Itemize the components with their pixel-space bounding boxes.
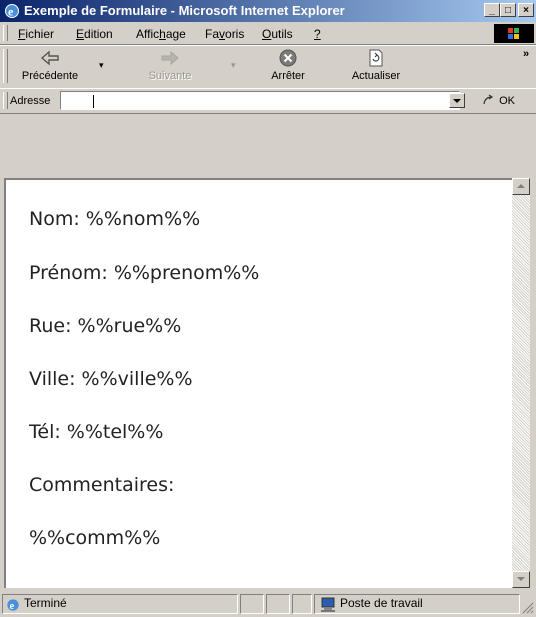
address-input[interactable]	[60, 91, 460, 110]
svg-text:e: e	[10, 601, 15, 612]
back-arrow-icon	[40, 50, 59, 66]
field-prenom: Prénom: %%prenom%%	[29, 262, 260, 284]
toolbar: Précédente ▾ Suivante ▾ Arrêter Actualis…	[0, 45, 536, 89]
menu-help[interactable]: ?	[314, 27, 321, 41]
page-content: Nom: %%nom%% Prénom: %%prenom%% Rue: %%r…	[4, 178, 512, 588]
field-commentaires-label: Commentaires:	[29, 474, 175, 496]
back-label: Précédente	[21, 70, 79, 82]
field-rue: Rue: %%rue%%	[29, 315, 182, 337]
back-button[interactable]: Précédente	[10, 48, 90, 82]
toolbar-grip[interactable]	[3, 49, 8, 83]
menu-affichage[interactable]: Affichage	[136, 27, 186, 41]
menu-outils[interactable]: Outils	[262, 27, 293, 41]
refresh-icon	[369, 49, 383, 67]
computer-icon	[321, 597, 335, 612]
menubar-grip[interactable]	[3, 25, 8, 41]
chevron-down-icon	[517, 577, 525, 581]
internet-explorer-icon: e	[5, 4, 19, 19]
address-label: Adresse	[10, 95, 51, 107]
status-bar: e Terminé Poste de travail	[0, 590, 536, 617]
forward-arrow-icon	[161, 50, 179, 66]
field-tel: Tél: %%tel%%	[29, 421, 164, 443]
status-pane-3	[266, 594, 290, 614]
status-pane-4	[292, 594, 312, 614]
minimize-button[interactable]: _	[484, 3, 500, 17]
text-caret	[93, 95, 94, 109]
resize-grip-icon[interactable]	[522, 602, 534, 614]
field-comm: %%comm%%	[29, 527, 161, 549]
menu-edition[interactable]: Edition	[76, 27, 113, 41]
field-nom: Nom: %%nom%%	[29, 208, 201, 230]
scroll-up-button[interactable]	[512, 178, 530, 195]
maximize-button[interactable]: □	[500, 3, 516, 17]
status-zone: Poste de travail	[340, 596, 423, 610]
windows-logo-icon	[494, 24, 534, 43]
go-label: OK	[499, 95, 515, 107]
title-bar[interactable]: e Exemple de Formulaire - Microsoft Inte…	[0, 0, 536, 22]
internet-explorer-icon: e	[7, 599, 19, 612]
chevron-up-icon	[517, 184, 525, 188]
refresh-label: Actualiser	[351, 70, 401, 82]
scroll-down-button[interactable]	[512, 571, 530, 588]
go-arrow-icon	[483, 94, 494, 105]
window-title: Exemple de Formulaire - Microsoft Intern…	[24, 3, 345, 18]
go-button[interactable]: OK	[482, 94, 515, 107]
menu-bar: Fichier Edition Affichage Favoris Outils…	[0, 22, 536, 45]
toolbar-more-button[interactable]: »	[523, 48, 529, 60]
back-dropdown-icon[interactable]: ▾	[99, 60, 104, 71]
vertical-scrollbar[interactable]	[512, 178, 530, 588]
close-button[interactable]: ×	[518, 3, 534, 17]
forward-label: Suivante	[148, 70, 192, 82]
forward-button[interactable]: Suivante	[136, 48, 204, 82]
status-text: Terminé	[24, 596, 67, 610]
stop-icon	[279, 49, 297, 67]
refresh-button[interactable]: Actualiser	[340, 48, 412, 82]
forward-dropdown-icon[interactable]: ▾	[231, 60, 236, 71]
status-pane-2	[240, 594, 264, 614]
stop-button[interactable]: Arrêter	[258, 48, 318, 82]
menu-favoris[interactable]: Favoris	[205, 27, 244, 41]
menu-fichier[interactable]: Fichier	[18, 27, 54, 41]
addressbar-grip[interactable]	[3, 92, 8, 109]
address-bar: Adresse OK	[0, 88, 536, 114]
stop-label: Arrêter	[271, 70, 305, 82]
chevron-down-icon	[453, 99, 461, 103]
svg-text:e: e	[8, 5, 14, 19]
field-ville: Ville: %%ville%%	[29, 368, 193, 390]
address-dropdown-button[interactable]	[449, 93, 465, 108]
